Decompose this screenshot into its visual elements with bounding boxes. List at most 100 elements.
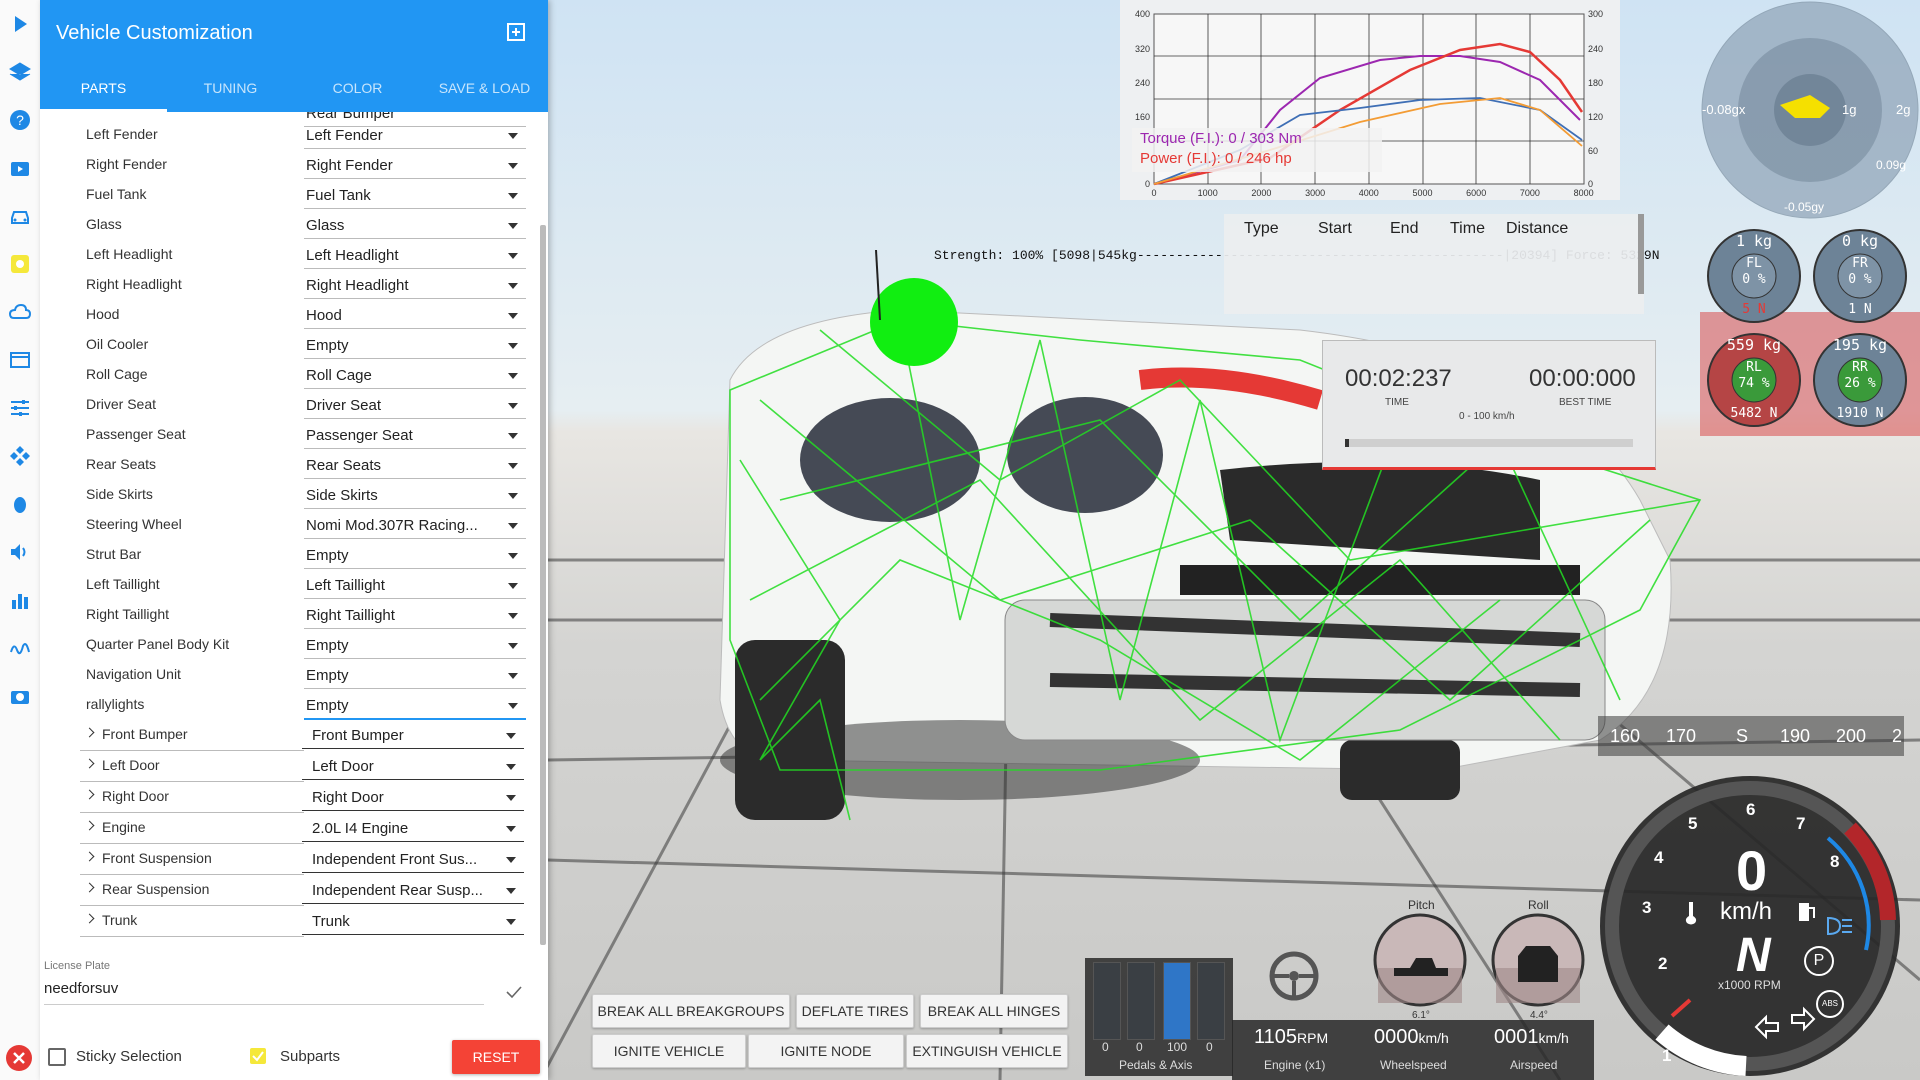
sticky-selection-checkbox[interactable] <box>48 1048 66 1066</box>
part-select-value: Glass <box>306 217 345 234</box>
part-select[interactable]: Left Fender <box>304 124 526 149</box>
chevron-down-icon <box>508 493 518 499</box>
chevron-right-icon[interactable] <box>84 913 95 924</box>
tab-save-load[interactable]: SAVE & LOAD <box>421 70 548 112</box>
part-select[interactable]: Side Skirts <box>304 484 526 509</box>
sound-icon[interactable] <box>6 538 34 566</box>
gear-icon[interactable] <box>6 250 34 278</box>
part-select[interactable]: Right Door <box>302 786 524 811</box>
chevron-right-icon[interactable] <box>84 789 95 800</box>
cloud-icon[interactable] <box>6 298 34 326</box>
reset-button[interactable]: RESET <box>452 1040 540 1074</box>
row-divider <box>80 936 304 937</box>
signature-icon[interactable] <box>6 634 34 662</box>
svg-text:?: ? <box>16 112 24 128</box>
pedal-bar-3 <box>1163 962 1191 1040</box>
license-plate-input[interactable]: needforsuv <box>44 980 484 1005</box>
layers-icon[interactable] <box>6 58 34 86</box>
chevron-right-icon[interactable] <box>84 851 95 862</box>
car-icon[interactable] <box>6 202 34 230</box>
part-select[interactable]: Empty <box>304 634 526 659</box>
part-select[interactable]: Hood <box>304 304 526 329</box>
sliders-icon[interactable] <box>6 394 34 422</box>
part-row: Left Taillight Left Taillight <box>40 570 530 600</box>
part-select[interactable]: Nomi Mod.307R Racing... <box>304 514 526 539</box>
part-group-label: Front Bumper <box>102 726 188 742</box>
wheelspeed-label: Wheelspeed <box>1380 1058 1447 1072</box>
part-select[interactable]: Driver Seat <box>304 394 526 419</box>
gforce-meter: -0.08gx 1g 2g 0.09g -0.05gy <box>1700 0 1920 220</box>
trip-scrollbar[interactable] <box>1638 214 1644 294</box>
wheel-rl-kg: 559 kg <box>1726 336 1782 354</box>
part-select[interactable]: Left Door <box>302 755 524 780</box>
window-icon[interactable] <box>6 346 34 374</box>
scrollbar[interactable] <box>540 225 546 945</box>
deflate-tires-button[interactable]: DEFLATE TIRES <box>796 994 914 1028</box>
confirm-check-icon[interactable] <box>504 982 524 1002</box>
ignite-vehicle-button[interactable]: IGNITE VEHICLE <box>592 1034 746 1068</box>
wheel-fr-pct: 0 % <box>1848 272 1872 287</box>
tick-2: 2 <box>1658 954 1668 973</box>
part-group-row[interactable]: Right Door Right Door <box>40 782 530 813</box>
part-select[interactable]: Right Headlight <box>304 274 526 299</box>
play-icon[interactable] <box>6 10 34 38</box>
part-select[interactable]: Empty <box>304 664 526 689</box>
part-select[interactable]: Independent Rear Susp... <box>302 879 524 904</box>
close-icon[interactable] <box>6 1045 32 1071</box>
break-all-breakgroups-button[interactable]: BREAK ALL BREAKGROUPS <box>592 994 790 1028</box>
part-select[interactable]: Passenger Seat <box>304 424 526 449</box>
part-select[interactable]: Front Bumper <box>302 724 524 749</box>
subparts-checkbox[interactable] <box>250 1048 266 1064</box>
part-label: Left Taillight <box>86 576 160 592</box>
part-select[interactable]: Roll Cage <box>304 364 526 389</box>
tick-1: 1 <box>1662 1046 1672 1065</box>
chevron-right-icon[interactable] <box>84 727 95 738</box>
part-select[interactable]: 2.0L I4 Engine <box>302 817 524 842</box>
tab-parts[interactable]: PARTS <box>40 70 167 112</box>
part-select[interactable]: Right Fender <box>304 154 526 179</box>
part-select[interactable]: Empty <box>304 334 526 359</box>
part-select[interactable]: Independent Front Sus... <box>302 848 524 873</box>
part-group-row[interactable]: Front Suspension Independent Front Sus... <box>40 844 530 875</box>
chevron-right-icon[interactable] <box>84 820 95 831</box>
part-select[interactable]: Glass <box>304 214 526 239</box>
part-select[interactable]: Empty <box>304 544 526 569</box>
tab-tuning[interactable]: TUNING <box>167 70 294 112</box>
camera-icon[interactable] <box>6 682 34 710</box>
part-label: Oil Cooler <box>86 336 149 352</box>
gforce-left: -0.08gx <box>1702 102 1746 117</box>
tab-color[interactable]: COLOR <box>294 70 421 112</box>
part-select[interactable]: Right Taillight <box>304 604 526 629</box>
part-select[interactable]: Rear Seats <box>304 454 526 479</box>
ignite-node-button[interactable]: IGNITE NODE <box>748 1034 904 1068</box>
part-select[interactable]: Left Headlight <box>304 244 526 269</box>
chevron-right-icon[interactable] <box>84 758 95 769</box>
break-all-hinges-button[interactable]: BREAK ALL HINGES <box>920 994 1068 1028</box>
bug-icon[interactable] <box>6 490 34 518</box>
help-icon[interactable]: ? <box>6 106 34 134</box>
part-group-row[interactable]: Rear Suspension Independent Rear Susp... <box>40 875 530 906</box>
chevron-down-icon <box>508 433 518 439</box>
part-select[interactable]: Fuel Tank <box>304 184 526 209</box>
wheel-fl-kg: 1 kg <box>1735 232 1773 250</box>
part-group-row[interactable]: Left Door Left Door <box>40 751 530 782</box>
part-group-row[interactable]: Front Bumper Front Bumper <box>40 720 530 751</box>
chevron-right-icon[interactable] <box>84 882 95 893</box>
part-row: Hood Hood <box>40 300 530 330</box>
part-select-value: Left Fender <box>306 127 383 144</box>
gamepad-icon[interactable] <box>6 442 34 470</box>
part-select[interactable]: Trunk <box>302 910 524 935</box>
timer-time-label: TIME <box>1385 397 1409 408</box>
wheel-rl-n: 5482 N <box>1730 406 1778 421</box>
part-select[interactable]: Left Taillight <box>304 574 526 599</box>
part-select[interactable]: Empty <box>304 694 526 720</box>
y-tick-left: 400 <box>1135 9 1150 19</box>
bar-chart-icon[interactable] <box>6 586 34 614</box>
video-icon[interactable] <box>6 154 34 182</box>
part-group-row[interactable]: Engine 2.0L I4 Engine <box>40 813 530 844</box>
part-group-row[interactable]: Trunk Trunk <box>40 906 530 937</box>
y-tick-left: 0 <box>1145 179 1150 189</box>
add-window-icon[interactable] <box>504 20 528 44</box>
part-select-value: Empty <box>306 637 349 654</box>
extinguish-vehicle-button[interactable]: EXTINGUISH VEHICLE <box>906 1034 1068 1068</box>
